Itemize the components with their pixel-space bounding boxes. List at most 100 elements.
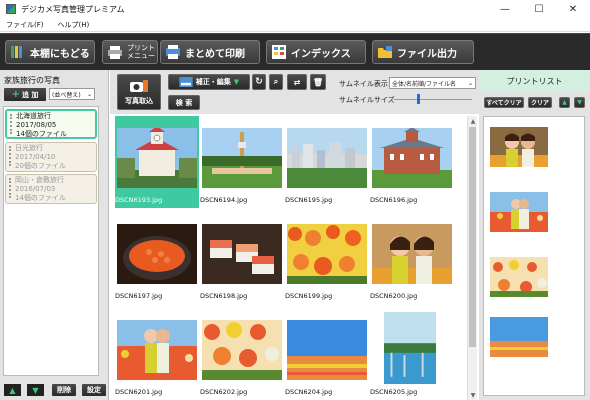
photo-item[interactable]: DSCN6205.jpg (370, 308, 454, 400)
printer-icon (108, 46, 122, 59)
batch-print-label: まとめて印刷 (185, 48, 245, 60)
clear-button[interactable]: クリア (528, 97, 552, 108)
delete-album-button[interactable]: 削除 (52, 384, 76, 396)
minimize-button[interactable]: — (488, 0, 522, 18)
print-item[interactable] (490, 257, 548, 297)
magnifier-icon: ⌕ (273, 77, 279, 86)
album-name: 岡山・倉敷旅行 (15, 176, 64, 184)
chevron-down-icon: ⌄ (86, 90, 92, 98)
bookshelf-icon (11, 46, 22, 58)
photo-item[interactable]: DSCN6200.jpg (370, 212, 454, 304)
maximize-button[interactable]: ☐ (522, 0, 556, 18)
album-count: 14個のファイル (16, 130, 67, 138)
main-toolbar: 本棚にもどる プリント メニュー まとめて印刷 インデックス ファイル出力 (0, 33, 590, 70)
close-button[interactable]: ✕ (556, 0, 590, 18)
photo-thumbnail (287, 320, 367, 380)
back-to-shelf-button[interactable]: 本棚にもどる (5, 40, 95, 64)
photo-filename: DSCN6197.jpg (115, 292, 163, 300)
app-icon (6, 4, 16, 14)
print-up-button[interactable]: ▲ (559, 97, 570, 108)
folder-icon (378, 46, 392, 58)
move-down-button[interactable]: ▼ (27, 384, 44, 396)
batch-print-button[interactable]: まとめて印刷 (160, 40, 260, 64)
photo-thumbnail (202, 320, 282, 380)
menu-file[interactable]: ファイル(F) (6, 20, 44, 30)
photo-filename: DSCN6200.jpg (370, 292, 418, 300)
album-name: 日光旅行 (15, 144, 43, 152)
scroll-up-icon[interactable]: ▲ (468, 116, 478, 126)
photo-filename: DSCN6196.jpg (370, 196, 418, 204)
photo-item[interactable]: DSCN6199.jpg (285, 212, 369, 304)
trash-icon: 🗑 (312, 77, 324, 87)
swap-button[interactable]: ⇄ (287, 74, 307, 90)
import-photos-button[interactable]: 写真取込 (117, 74, 161, 110)
album-count: 20個のファイル (15, 162, 66, 170)
thumb-size-label: サムネイルサイズ (339, 96, 395, 104)
window-title: デジカメ写真管理プレミアム (21, 4, 125, 14)
print-item[interactable] (490, 127, 548, 167)
photo-item[interactable]: DSCN6201.jpg (115, 308, 199, 400)
menu-help[interactable]: ヘルプ(H) (58, 20, 90, 30)
album-date: 2017/04/10 (15, 153, 56, 161)
photo-thumbnail (287, 224, 367, 284)
album-name: 北海道旅行 (16, 112, 51, 120)
photo-thumbnail (372, 128, 452, 188)
photo-item[interactable]: DSCN6197.jpg (115, 212, 199, 304)
index-icon (272, 45, 286, 59)
print-menu-label-1: プリント (127, 44, 155, 52)
print-down-button[interactable]: ▼ (574, 97, 585, 108)
print-menu-label-2: メニュー (127, 52, 155, 60)
print-item[interactable] (490, 192, 548, 232)
album-item[interactable]: 岡山・倉敷旅行 2016/07/03 14個のファイル (5, 174, 97, 204)
photo-grid: DSCN6193.jpg DSCN6194.jpg DSCN6195.jpg DSCN… (115, 116, 467, 400)
rotate-icon: ↻ (255, 77, 263, 87)
delete-photo-button[interactable]: 🗑 (310, 74, 326, 90)
photo-filename: DSCN6199.jpg (285, 292, 333, 300)
photo-item[interactable]: DSCN6196.jpg (370, 116, 454, 208)
photo-grid-scrollbar[interactable]: ▲ ▼ (467, 116, 477, 400)
binding-dots (9, 178, 12, 198)
thumb-size-slider[interactable] (417, 94, 421, 104)
binding-dots (9, 146, 12, 166)
photo-filename: DSCN6195.jpg (285, 196, 333, 204)
photo-item[interactable]: DSCN6193.jpg (115, 116, 199, 208)
add-album-button[interactable]: + 追 加 (4, 88, 46, 101)
settings-button[interactable]: 設定 (82, 384, 106, 396)
thumb-display-label: サムネイル表示 (339, 80, 388, 88)
photo-item[interactable]: DSCN6204.jpg (285, 308, 369, 400)
album-item[interactable]: 北海道旅行 2017/08/05 14個のファイル (5, 109, 97, 139)
print-item[interactable] (490, 317, 548, 357)
photo-item[interactable]: DSCN6195.jpg (285, 116, 369, 208)
sort-select[interactable]: (並べ替え) ⌄ (49, 88, 95, 100)
rotate-button[interactable]: ↻ (252, 74, 266, 90)
sort-select-value: (並べ替え) (52, 91, 81, 99)
arrow-down-icon: ▼ (577, 99, 582, 106)
photo-filename: DSCN6204.jpg (285, 388, 333, 396)
clear-all-button[interactable]: すべてクリア (484, 97, 524, 108)
thumb-display-select[interactable]: 全体/名前順/ファイル名 ⌄ (389, 77, 476, 89)
title-bar: デジカメ写真管理プレミアム — ☐ ✕ (0, 0, 590, 18)
photo-thumbnail (287, 128, 367, 188)
search-button[interactable]: 検 索 (168, 95, 200, 110)
album-date: 2016/07/03 (15, 185, 56, 193)
photo-item[interactable]: DSCN6198.jpg (200, 212, 284, 304)
photo-item[interactable]: DSCN6202.jpg (200, 308, 284, 400)
move-up-button[interactable]: ▲ (4, 384, 21, 396)
photo-thumbnail (117, 128, 197, 188)
print-list-title: プリントリスト (479, 70, 590, 92)
import-photos-label: 写真取込 (125, 97, 153, 105)
edit-correct-button[interactable]: 補正・編集 ▼ (168, 74, 250, 90)
edit-correct-label: 補正・編集 (195, 78, 231, 86)
print-menu-button[interactable]: プリント メニュー (102, 40, 158, 64)
arrow-down-icon: ▼ (32, 385, 39, 395)
index-button[interactable]: インデックス (266, 40, 366, 64)
photo-filename: DSCN6193.jpg (115, 196, 163, 204)
zoom-button[interactable]: ⌕ (269, 74, 283, 90)
album-count: 14個のファイル (15, 194, 66, 202)
album-item[interactable]: 日光旅行 2017/04/10 20個のファイル (5, 142, 97, 172)
index-label: インデックス (291, 48, 351, 60)
photo-item[interactable]: DSCN6194.jpg (200, 116, 284, 208)
file-output-button[interactable]: ファイル出力 (372, 40, 474, 64)
scrollbar-thumb[interactable] (469, 127, 476, 347)
scroll-down-icon[interactable]: ▼ (468, 390, 478, 400)
